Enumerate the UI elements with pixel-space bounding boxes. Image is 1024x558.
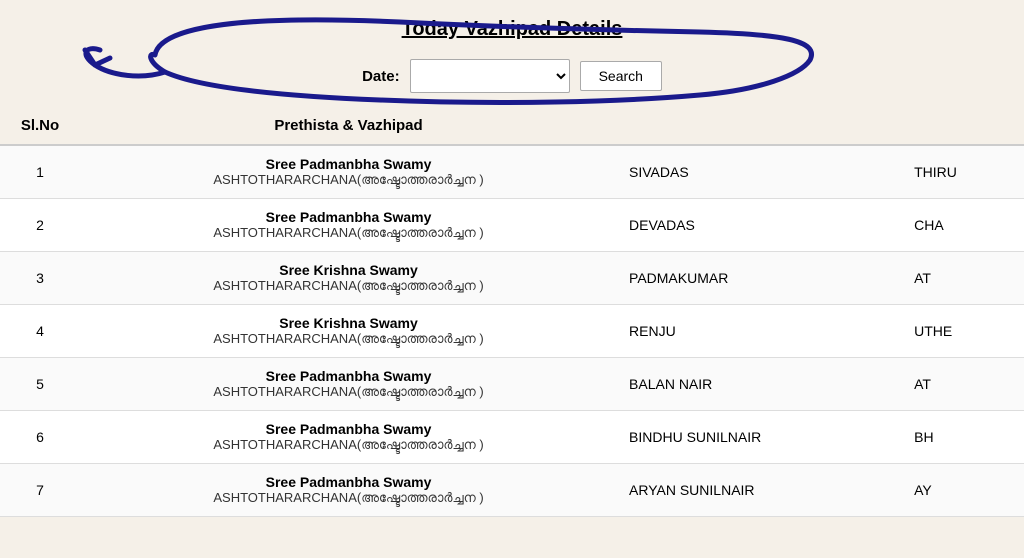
cell-slno: 3: [0, 252, 80, 305]
deity-name: Sree Padmanbha Swamy: [92, 156, 605, 172]
cell-extra: CHA: [902, 199, 1024, 252]
cell-name: ARYAN SUNILNAIR: [617, 464, 902, 517]
vazhipad-type: ASHTOTHARARCHANA(അഷ്ടോത്തരാർച്ചന ): [92, 331, 605, 347]
vazhipad-type: ASHTOTHARARCHANA(അഷ്ടോത്തരാർച്ചന ): [92, 384, 605, 400]
deity-name: Sree Padmanbha Swamy: [92, 474, 605, 490]
cell-name: BALAN NAIR: [617, 358, 902, 411]
deity-name: Sree Krishna Swamy: [92, 315, 605, 331]
vazhipad-type: ASHTOTHARARCHANA(അഷ്ടോത്തരാർച്ചന ): [92, 172, 605, 188]
cell-extra: BH: [902, 411, 1024, 464]
table-row: 7Sree Padmanbha SwamyASHTOTHARARCHANA(അഷ…: [0, 464, 1024, 517]
table-header-row: Sl.No Prethista & Vazhipad: [0, 107, 1024, 145]
table-row: 3Sree Krishna SwamyASHTOTHARARCHANA(അഷ്ട…: [0, 252, 1024, 305]
header-prethista: Prethista & Vazhipad: [80, 107, 617, 145]
cell-vazhipad: Sree Padmanbha SwamyASHTOTHARARCHANA(അഷ്…: [80, 411, 617, 464]
cell-name: BINDHU SUNILNAIR: [617, 411, 902, 464]
cell-name: PADMAKUMAR: [617, 252, 902, 305]
cell-extra: THIRU: [902, 145, 1024, 199]
cell-name: SIVADAS: [617, 145, 902, 199]
cell-extra: UTHE: [902, 305, 1024, 358]
page-container: Today Vazhipad Details Date: Search Sl.N…: [0, 0, 1024, 558]
vazhipad-type: ASHTOTHARARCHANA(അഷ്ടോത്തരാർച്ചന ): [92, 490, 605, 506]
cell-slno: 1: [0, 145, 80, 199]
date-label: Date:: [362, 68, 400, 85]
deity-name: Sree Padmanbha Swamy: [92, 368, 605, 384]
cell-extra: AY: [902, 464, 1024, 517]
header-slno: Sl.No: [0, 107, 80, 145]
header-extra: [902, 107, 1024, 145]
date-select[interactable]: [410, 59, 570, 93]
cell-slno: 2: [0, 199, 80, 252]
table-row: 2Sree Padmanbha SwamyASHTOTHARARCHANA(അഷ…: [0, 199, 1024, 252]
vazhipad-type: ASHTOTHARARCHANA(അഷ്ടോത്തരാർച്ചന ): [92, 437, 605, 453]
cell-extra: AT: [902, 358, 1024, 411]
table-row: 1Sree Padmanbha SwamyASHTOTHARARCHANA(അഷ…: [0, 145, 1024, 199]
cell-name: RENJU: [617, 305, 902, 358]
deity-name: Sree Padmanbha Swamy: [92, 421, 605, 437]
table-wrapper: Sl.No Prethista & Vazhipad 1Sree Padmanb…: [0, 107, 1024, 517]
cell-extra: AT: [902, 252, 1024, 305]
table-row: 6Sree Padmanbha SwamyASHTOTHARARCHANA(അഷ…: [0, 411, 1024, 464]
cell-slno: 5: [0, 358, 80, 411]
deity-name: Sree Krishna Swamy: [92, 262, 605, 278]
deity-name: Sree Padmanbha Swamy: [92, 209, 605, 225]
header-section: Today Vazhipad Details: [0, 0, 1024, 49]
vazhipad-type: ASHTOTHARARCHANA(അഷ്ടോത്തരാർച്ചന ): [92, 225, 605, 241]
vazhipad-type: ASHTOTHARARCHANA(അഷ്ടോത്തരാർച്ചന ): [92, 278, 605, 294]
vazhipad-table: Sl.No Prethista & Vazhipad 1Sree Padmanb…: [0, 107, 1024, 517]
cell-vazhipad: Sree Padmanbha SwamyASHTOTHARARCHANA(അഷ്…: [80, 464, 617, 517]
cell-vazhipad: Sree Padmanbha SwamyASHTOTHARARCHANA(അഷ്…: [80, 358, 617, 411]
cell-slno: 4: [0, 305, 80, 358]
table-row: 5Sree Padmanbha SwamyASHTOTHARARCHANA(അഷ…: [0, 358, 1024, 411]
cell-vazhipad: Sree Krishna SwamyASHTOTHARARCHANA(അഷ്ടോ…: [80, 252, 617, 305]
table-row: 4Sree Krishna SwamyASHTOTHARARCHANA(അഷ്ട…: [0, 305, 1024, 358]
cell-name: DEVADAS: [617, 199, 902, 252]
page-title: Today Vazhipad Details: [0, 18, 1024, 41]
search-bar: Date: Search: [0, 49, 1024, 107]
cell-vazhipad: Sree Krishna SwamyASHTOTHARARCHANA(അഷ്ടോ…: [80, 305, 617, 358]
header-name: [617, 107, 902, 145]
cell-vazhipad: Sree Padmanbha SwamyASHTOTHARARCHANA(അഷ്…: [80, 199, 617, 252]
cell-slno: 6: [0, 411, 80, 464]
search-button[interactable]: Search: [580, 61, 662, 91]
cell-vazhipad: Sree Padmanbha SwamyASHTOTHARARCHANA(അഷ്…: [80, 145, 617, 199]
cell-slno: 7: [0, 464, 80, 517]
